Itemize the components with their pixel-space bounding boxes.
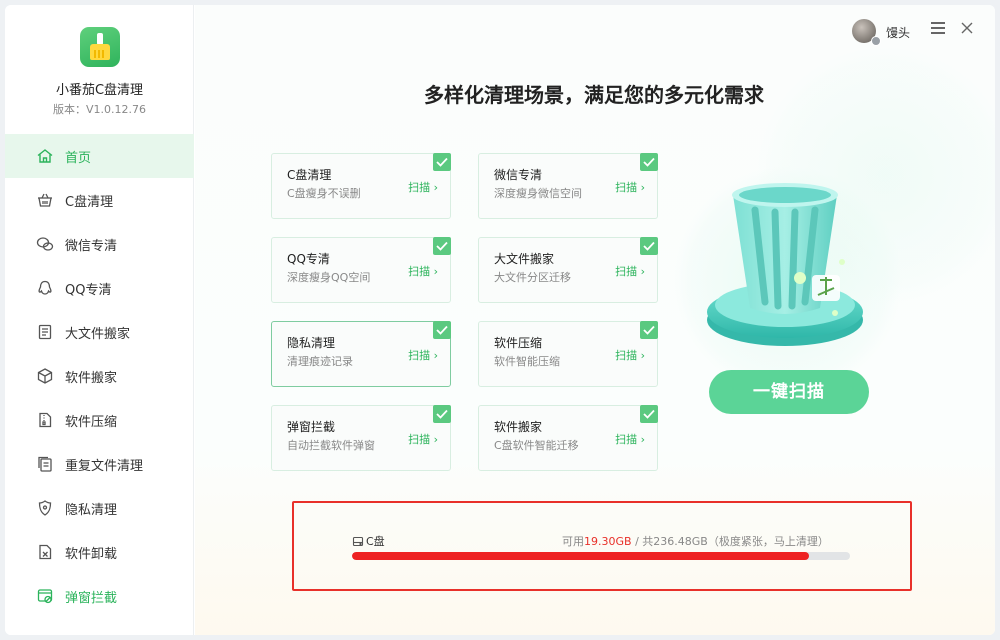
card-title: 弹窗拦截 — [287, 420, 336, 434]
card-desc: 大文件分区迁移 — [494, 271, 571, 284]
disk-name: C盘 — [366, 535, 385, 548]
qq-icon — [36, 279, 54, 297]
basket-icon — [36, 191, 54, 209]
card-title: QQ专清 — [287, 252, 330, 266]
card-scan-link[interactable]: 扫描 › — [615, 263, 645, 279]
card-title: 软件搬家 — [494, 420, 543, 434]
card-title: C盘清理 — [287, 168, 332, 182]
card-desc: 自动拦截软件弹窗 — [287, 439, 375, 452]
disk-usage-bar — [352, 552, 850, 560]
trash-can-illustration-icon — [700, 180, 870, 360]
card-desc: 清理痕迹记录 — [287, 355, 353, 368]
card-desc: 软件智能压缩 — [494, 355, 560, 368]
card-title: 大文件搬家 — [494, 252, 555, 266]
home-icon — [36, 147, 54, 165]
card-scan-link[interactable]: 扫描 › — [408, 347, 438, 363]
card-software-move[interactable]: 软件搬家 C盘软件智能迁移 扫描 › — [478, 405, 658, 471]
card-scan-link[interactable]: 扫描 › — [615, 347, 645, 363]
sidebar-item-software-compress[interactable]: 软件压缩 — [5, 398, 194, 442]
disk-status-text: （极度紧张，马上清理） — [707, 535, 829, 548]
sidebar-item-duplicate-clean[interactable]: 重复文件清理 — [5, 442, 194, 486]
checkbox-checked-icon[interactable] — [640, 321, 658, 339]
disk-icon — [352, 536, 364, 546]
checkbox-checked-icon[interactable] — [640, 153, 658, 171]
card-desc: C盘瘦身不误删 — [287, 187, 361, 200]
sidebar-item-software-move[interactable]: 软件搬家 — [5, 354, 194, 398]
sidebar-item-label: 重复文件清理 — [65, 458, 144, 474]
separator: / — [635, 535, 639, 548]
copy-icon — [36, 455, 54, 473]
app-version: 版本：V1.0.12.76 — [52, 103, 146, 116]
card-large-file-move[interactable]: 大文件搬家 大文件分区迁移 扫描 › — [478, 237, 658, 303]
card-scan-link[interactable]: 扫描 › — [408, 179, 438, 195]
card-desc: C盘软件智能迁移 — [494, 439, 579, 452]
total-space: 共236.48GB — [642, 535, 708, 548]
app-name: 小番茄C盘清理 — [55, 83, 144, 98]
disk-space-info: 可用19.30GB / 共236.48GB（极度紧张，马上清理） — [562, 533, 829, 549]
one-click-scan-button[interactable]: 一键扫描 — [709, 370, 869, 414]
shield-icon — [36, 499, 54, 517]
menu-icon[interactable] — [931, 22, 945, 34]
sidebar-item-c-drive-clean[interactable]: C盘清理 — [5, 178, 194, 222]
sidebar-item-privacy-clean[interactable]: 隐私清理 — [5, 486, 194, 530]
sidebar-item-large-file-move[interactable]: 大文件搬家 — [5, 310, 194, 354]
disk-usage-fill — [352, 552, 810, 560]
sidebar-item-label: 软件卸载 — [65, 546, 118, 562]
checkbox-checked-icon[interactable] — [640, 405, 658, 423]
checkbox-checked-icon[interactable] — [433, 237, 451, 255]
checkbox-checked-icon[interactable] — [433, 153, 451, 171]
app-window: 小番茄C盘清理 版本：V1.0.12.76 首页 C盘清理 微信专清 QQ专清 … — [5, 5, 995, 635]
app-logo-icon — [80, 27, 120, 67]
zip-icon — [36, 411, 54, 429]
disk-label: C盘 — [352, 533, 385, 549]
card-scan-link[interactable]: 扫描 › — [615, 431, 645, 447]
wechat-icon — [36, 235, 54, 253]
disk-status-panel: C盘 可用19.30GB / 共236.48GB（极度紧张，马上清理） — [292, 501, 912, 591]
close-icon[interactable] — [960, 20, 974, 34]
sidebar-item-label: 隐私清理 — [65, 502, 118, 518]
sidebar-item-label: 弹窗拦截 — [65, 590, 118, 606]
card-c-drive-clean[interactable]: C盘清理 C盘瘦身不误删 扫描 › — [271, 153, 451, 219]
card-desc: 深度瘦身QQ空间 — [287, 271, 371, 284]
card-desc: 深度瘦身微信空间 — [494, 187, 582, 200]
sidebar-item-wechat-clean[interactable]: 微信专清 — [5, 222, 194, 266]
username[interactable]: 馒头 — [886, 24, 910, 41]
file-icon — [36, 323, 54, 341]
sidebar-item-label: C盘清理 — [65, 194, 114, 210]
card-title: 隐私清理 — [287, 336, 336, 350]
popup-block-icon — [36, 587, 54, 605]
sidebar-item-software-uninstall[interactable]: 软件卸载 — [5, 530, 194, 574]
uninstall-icon — [36, 543, 54, 561]
sidebar-nav: 首页 C盘清理 微信专清 QQ专清 大文件搬家 软件搬家 软件压缩 重复文件清理… — [5, 134, 194, 618]
checkbox-checked-icon[interactable] — [433, 405, 451, 423]
card-scan-link[interactable]: 扫描 › — [408, 431, 438, 447]
box-icon — [36, 367, 54, 385]
card-title: 软件压缩 — [494, 336, 543, 350]
card-popup-block[interactable]: 弹窗拦截 自动拦截软件弹窗 扫描 › — [271, 405, 451, 471]
verified-badge-icon — [871, 36, 881, 46]
free-prefix: 可用 — [562, 535, 584, 548]
checkbox-checked-icon[interactable] — [640, 237, 658, 255]
sidebar-item-label: QQ专清 — [65, 282, 112, 298]
sidebar-item-label: 软件压缩 — [65, 414, 118, 430]
sidebar-item-label: 首页 — [65, 150, 92, 166]
card-title: 微信专清 — [494, 168, 543, 182]
card-privacy-clean[interactable]: 隐私清理 清理痕迹记录 扫描 › — [271, 321, 451, 387]
main-panel: 馒头 多样化清理场景，满足您的多元化需求 C盘清理 C盘瘦身不误删 扫描 › 微… — [195, 5, 995, 635]
card-qq-clean[interactable]: QQ专清 深度瘦身QQ空间 扫描 › — [271, 237, 451, 303]
sidebar: 小番茄C盘清理 版本：V1.0.12.76 首页 C盘清理 微信专清 QQ专清 … — [5, 5, 194, 635]
sidebar-item-popup-block[interactable]: 弹窗拦截 — [5, 574, 194, 618]
card-wechat-clean[interactable]: 微信专清 深度瘦身微信空间 扫描 › — [478, 153, 658, 219]
checkbox-checked-icon[interactable] — [433, 321, 451, 339]
sidebar-item-label: 微信专清 — [65, 238, 118, 254]
card-software-compress[interactable]: 软件压缩 软件智能压缩 扫描 › — [478, 321, 658, 387]
sidebar-item-label: 软件搬家 — [65, 370, 118, 386]
sidebar-item-label: 大文件搬家 — [65, 326, 131, 342]
free-space: 19.30GB — [584, 535, 632, 548]
card-scan-link[interactable]: 扫描 › — [615, 179, 645, 195]
card-scan-link[interactable]: 扫描 › — [408, 263, 438, 279]
sidebar-item-home[interactable]: 首页 — [5, 134, 194, 178]
sidebar-item-qq-clean[interactable]: QQ专清 — [5, 266, 194, 310]
